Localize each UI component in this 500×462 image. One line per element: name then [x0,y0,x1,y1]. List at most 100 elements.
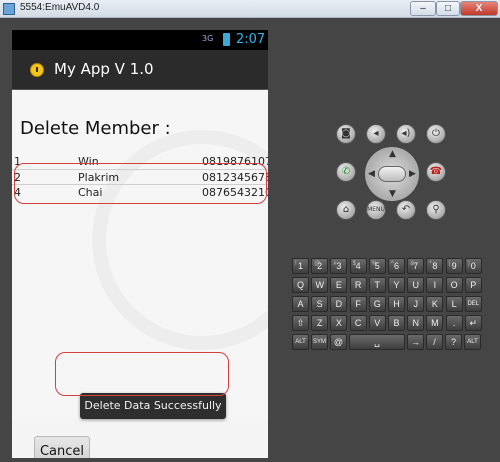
key-4-9[interactable]: . [445,315,463,331]
signal-indicator: 3G [202,34,214,43]
key-3-9[interactable]: L [445,296,463,312]
key-1-4[interactable]: 4 $ [349,258,367,274]
member-id: 2 [14,171,21,184]
key-5-1[interactable]: ALT [292,334,309,350]
member-row[interactable]: 1 Win 0819876107 [12,154,268,169]
key-label: U [412,280,419,290]
key-label: G [373,299,381,309]
key-3-7[interactable]: J [407,296,425,312]
key-label: 4 [355,261,361,271]
call-icon[interactable]: ✆ [336,162,356,182]
key-5-2[interactable]: SYM [311,334,328,350]
dpad-left-icon[interactable]: ◀ [368,169,375,179]
key-1-1[interactable]: 1! [292,258,309,274]
dpad-up-icon[interactable]: ▲ [389,149,396,159]
key-label: N [412,318,419,328]
back-icon[interactable]: ↶ [396,200,416,220]
key-4-2[interactable]: Z [311,315,329,331]
key-3-10[interactable]: DEL [464,296,482,312]
home-icon[interactable]: ⌂ [336,200,356,220]
key-4-7[interactable]: N [407,315,425,331]
member-phone: 0876543210 [202,186,268,199]
key-label: P [470,280,477,290]
key-shift-label: ^ [391,261,394,267]
key-label: F [355,299,361,309]
member-phone: 0812345678 [202,171,268,184]
app-title: My App V 1.0 [54,60,154,78]
key-3-3[interactable]: D [330,296,348,312]
key-3-1[interactable]: A [292,296,309,312]
key-2-9[interactable]: O [445,277,463,293]
dpad-down-icon[interactable]: ▼ [389,189,396,199]
key-4-4[interactable]: C [349,315,367,331]
member-phone: 0819876107 [202,155,268,168]
minimize-button[interactable]: – [410,1,436,16]
key-2-1[interactable]: Q [292,277,309,293]
key-4-1[interactable]: ⇧ [292,315,309,331]
key-3-8[interactable]: K [426,296,444,312]
key-3-4[interactable]: F [349,296,367,312]
key-2-3[interactable]: E [330,277,348,293]
key-label: X [335,318,342,328]
key-4-3[interactable]: X [330,315,348,331]
close-button[interactable]: X [460,1,498,16]
camera-icon[interactable]: ◙ [336,124,356,144]
key-label: DEL [467,301,480,307]
key-2-8[interactable]: I [426,277,444,293]
cancel-button[interactable]: Cancel [34,436,90,458]
key-label: J [413,299,418,309]
key-4-6[interactable]: B [388,315,405,331]
key-label: 8 [432,261,438,271]
key-1-8[interactable]: 8 * [426,258,444,274]
member-row[interactable]: 2 Plakrim 0812345678 [12,169,268,184]
power-icon[interactable]: ⏻ [426,124,446,144]
key-2-2[interactable]: W [311,277,329,293]
key-5-8[interactable]: ALT [464,334,481,350]
key-2-4[interactable]: R [349,277,367,293]
key-5-6[interactable]: / [426,334,443,350]
emulator-body: 3G 2:07 My App V 1.0 Delete Member : 1 W… [0,18,500,462]
dpad-center-button[interactable] [378,166,406,182]
key-4-8[interactable]: M [426,315,444,331]
key-1-6[interactable]: 6 ^ [388,258,405,274]
key-4-5[interactable]: V [368,315,386,331]
key-2-5[interactable]: T [368,277,386,293]
key-2-10[interactable]: P [464,277,482,293]
key-2-6[interactable]: Y [388,277,405,293]
key-3-5[interactable]: G [368,296,386,312]
key-1-2[interactable]: 2 @ [311,258,329,274]
key-shift-label: & [410,261,415,267]
end-call-icon[interactable]: ☎ [426,162,446,182]
key-4-10[interactable]: ↵ [464,315,482,331]
key-shift-label: % [371,261,378,267]
search-icon[interactable]: ⚲ [426,200,446,220]
dpad[interactable]: ▲ ▼ ◀ ▶ [364,146,420,202]
key-5-3[interactable]: @ [330,334,347,350]
key-label: T [374,280,381,290]
key-5-7[interactable]: ? [445,334,462,350]
menu-icon[interactable]: MENU [366,200,386,220]
key-label: 9 [451,261,457,271]
key-1-3[interactable]: 3 # [330,258,348,274]
key-label: S [316,299,323,309]
space-key[interactable]: ␣ [349,334,405,350]
key-1-10[interactable]: 0) [464,258,482,274]
key-3-2[interactable]: S [311,296,329,312]
key-label: Y [393,280,400,290]
key-2-7[interactable]: U [407,277,425,293]
key-1-7[interactable]: 7 & [407,258,425,274]
key-label: ↵ [469,318,478,328]
key-1-9[interactable]: 9( [445,258,463,274]
volume-down-icon[interactable]: ◂ [366,124,386,144]
volume-up-icon[interactable]: ◂) [396,124,416,144]
key-3-6[interactable]: H [388,296,405,312]
key-label: L [451,299,457,309]
key-5-5[interactable]: → [407,334,424,350]
maximize-button[interactable]: □ [436,1,460,16]
member-row[interactable]: 4 Chai 0876543210 [12,184,268,199]
dpad-right-icon[interactable]: ▶ [409,169,416,179]
annotation-highlight-toast [55,352,229,396]
key-1-5[interactable]: 5% [368,258,386,274]
key-label: R [354,280,362,290]
key-label: ⇧ [296,318,305,328]
